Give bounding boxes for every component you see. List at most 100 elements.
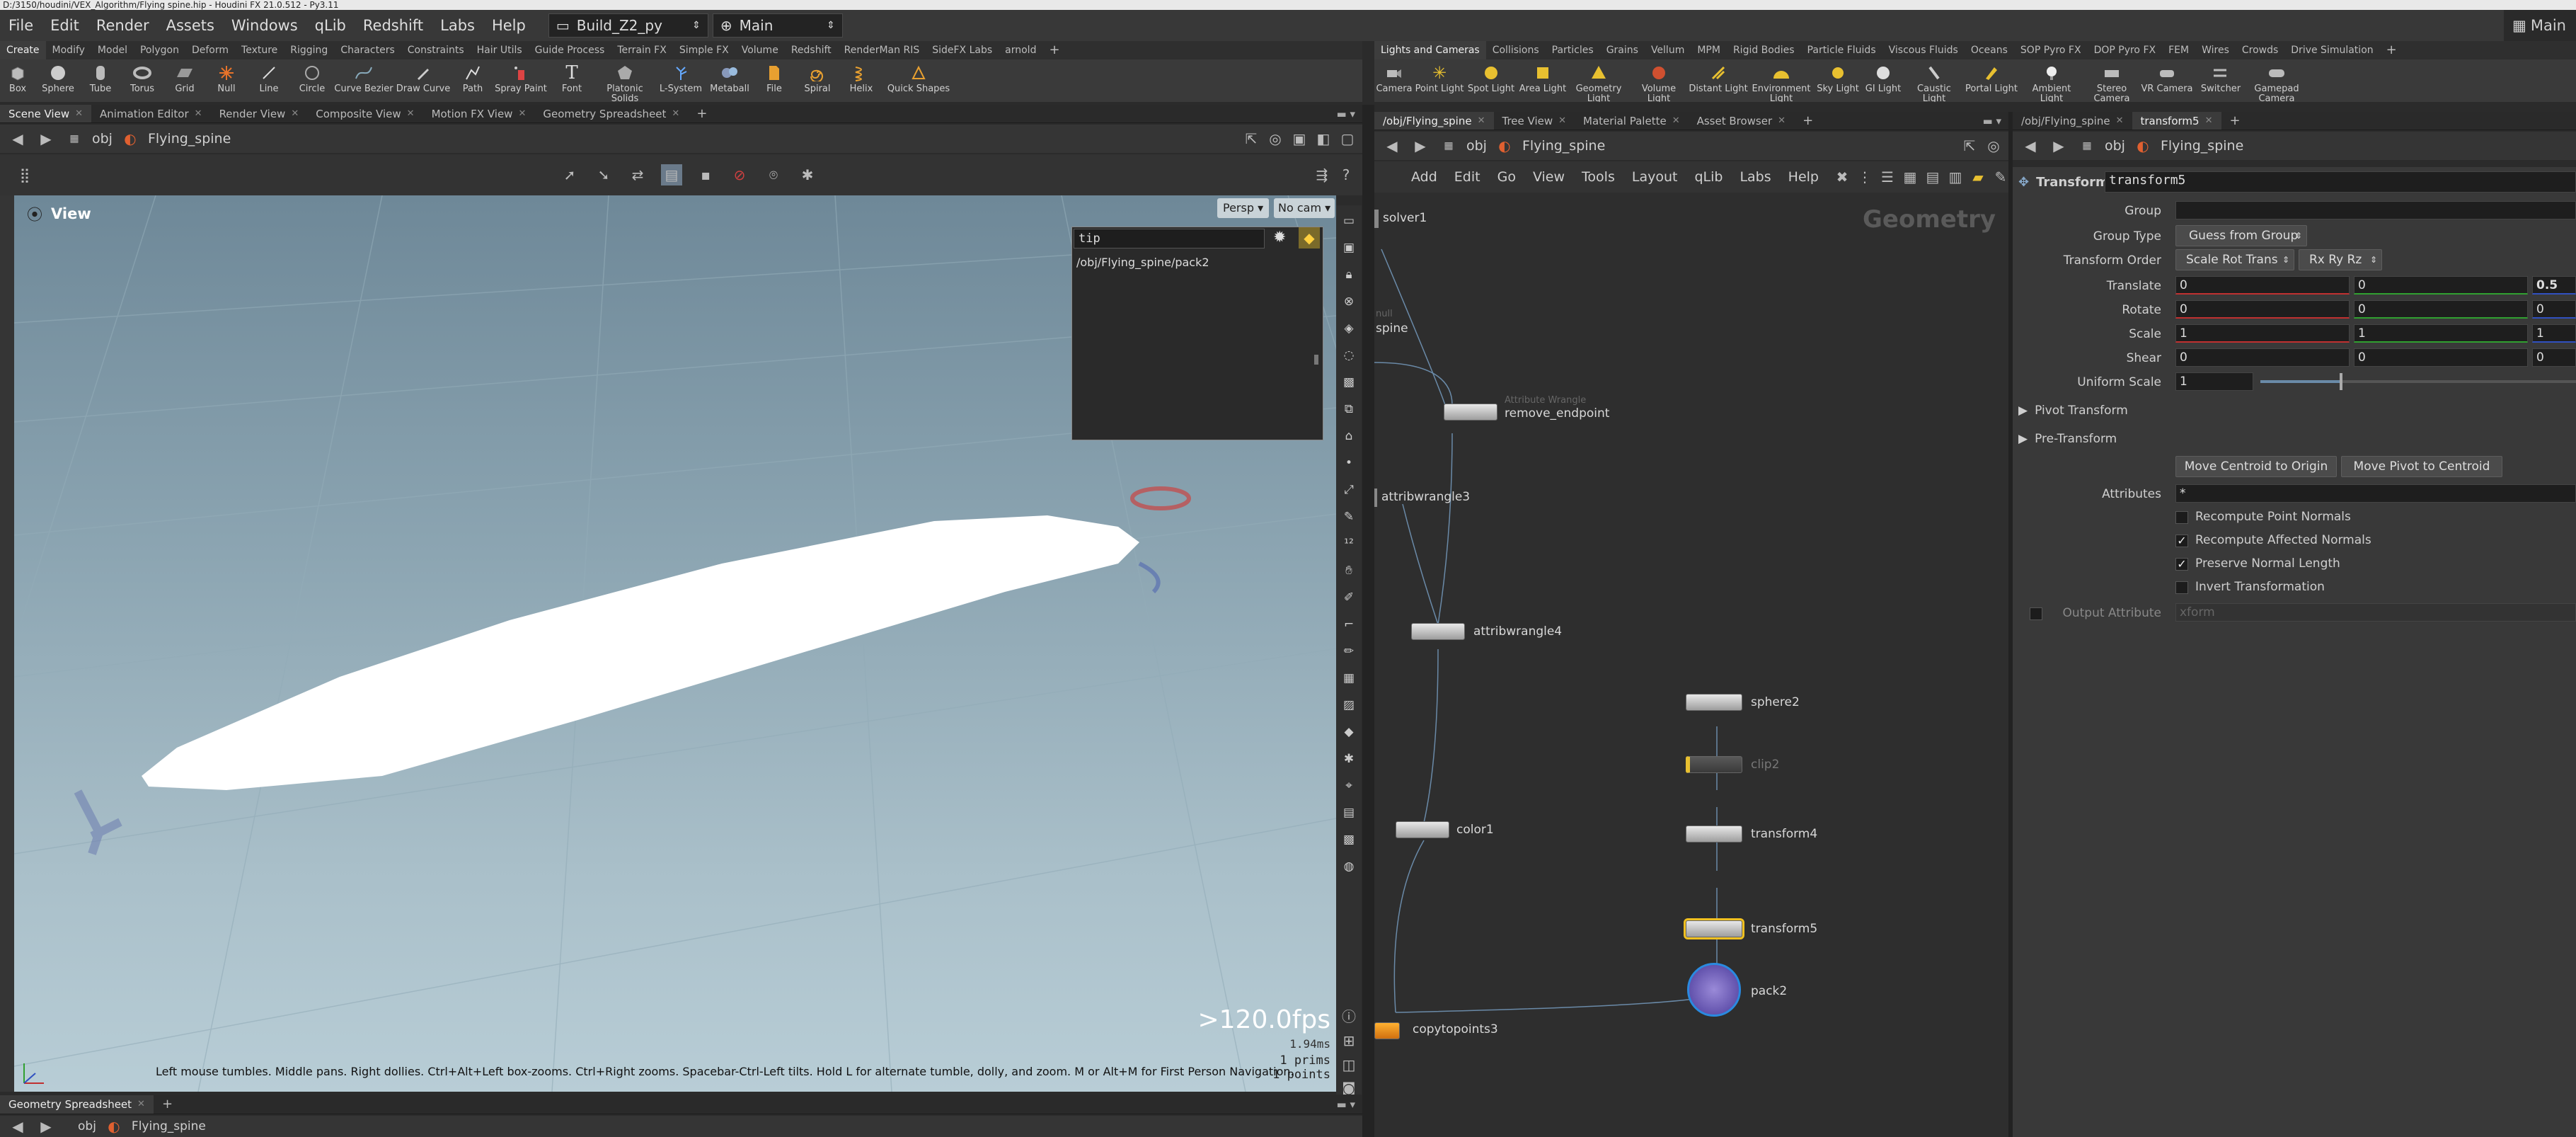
3d-viewport[interactable]: ⦿ View Persp ▾ No cam ▾ tip ✹ ◆ /obj/Fly… [14, 195, 1336, 1092]
close-icon[interactable]: ✕ [195, 105, 202, 122]
close-icon[interactable]: ✕ [75, 105, 83, 122]
path-obj[interactable]: obj [78, 1119, 96, 1133]
back-arrow-icon[interactable]: ◀ [7, 1116, 28, 1137]
close-icon[interactable]: ✕ [407, 105, 415, 122]
close-icon[interactable]: ✕ [2205, 112, 2213, 130]
close-icon[interactable]: ✕ [137, 1095, 145, 1114]
tool-helix[interactable]: Helix [839, 59, 883, 94]
path-flying-spine[interactable]: Flying_spine [1522, 138, 1605, 154]
maximize-icon[interactable]: ▢ [1337, 128, 1358, 149]
tool-circle[interactable]: Circle [290, 59, 334, 94]
visibility-icon[interactable]: ⊗ [1339, 290, 1359, 313]
close-icon[interactable]: ✕ [1478, 112, 1485, 130]
tool-vr-camera[interactable]: VR Camera [2140, 59, 2194, 94]
tool-gi-light[interactable]: GI Light [1861, 59, 1905, 94]
snap-icon[interactable]: ⌖ [1339, 775, 1359, 797]
image-icon[interactable]: ▩ [1339, 828, 1359, 851]
pin-icon[interactable]: ◍ [1339, 855, 1359, 878]
tool-camera[interactable]: Camera [1374, 59, 1414, 94]
output-attribute-field[interactable]: xform [2175, 603, 2576, 622]
menu-labs[interactable]: Labs [432, 17, 483, 34]
select-arrow-icon[interactable]: ➘ [593, 164, 614, 185]
close-icon[interactable]: ✕ [1558, 112, 1566, 130]
scale-y-field[interactable]: 1 [2354, 324, 2528, 343]
move-pivot-button[interactable]: Move Pivot to Centroid [2341, 456, 2502, 477]
tool-distant-light[interactable]: Distant Light [1689, 59, 1748, 94]
info-icon[interactable]: ⓘ [1338, 1005, 1359, 1026]
path-flying-spine[interactable]: Flying_spine [132, 1119, 206, 1133]
recompute-point-normals-checkbox[interactable] [2175, 511, 2188, 524]
shelf-tab[interactable]: Rigging [284, 41, 334, 59]
shelf-tab[interactable]: Volume [735, 41, 785, 59]
shelf-tab[interactable]: Modify [46, 41, 91, 59]
shelf-tab[interactable]: Oceans [1965, 41, 2014, 59]
shelf-tab[interactable]: Particle Fluids [1801, 41, 1882, 59]
wrench-icon[interactable]: ✖ [1832, 166, 1853, 188]
shelf-tab[interactable]: arnold [999, 41, 1042, 59]
tool-portal-light[interactable]: Portal Light [1963, 59, 2020, 94]
bug-icon[interactable]: ✱ [1339, 748, 1359, 770]
slider-handle[interactable] [2339, 373, 2342, 390]
forward-arrow-icon[interactable]: ▶ [35, 1116, 57, 1137]
grid-icon[interactable]: ▨ [1339, 694, 1359, 716]
diamond-icon[interactable]: ◆ [1339, 721, 1359, 743]
shelf-tab[interactable]: Redshift [785, 41, 838, 59]
node-spine[interactable]: spine [1376, 321, 1408, 336]
tool-point-light[interactable]: ✳ Point Light [1414, 59, 1465, 94]
pre-transform-folder[interactable]: ▶ Pre-Transform [2018, 432, 2117, 446]
pen-icon[interactable]: ✎ [1339, 505, 1359, 528]
add-shelf-tab-icon[interactable]: + [2380, 41, 2403, 59]
snap-icon[interactable]: ▤ [661, 164, 682, 185]
node-color1[interactable] [1396, 821, 1449, 838]
shelf-tab[interactable]: Polygon [134, 41, 185, 59]
shelf-tab[interactable]: Grains [1600, 41, 1645, 59]
no-entry-icon[interactable]: ⊘ [729, 164, 750, 185]
workspace-indicator[interactable]: ▦ Main [2504, 10, 2576, 41]
shelf-tab[interactable]: Vellum [1645, 41, 1691, 59]
tool-torus[interactable]: Torus [120, 59, 164, 94]
tool-geometry-light[interactable]: Geometry Light [1568, 59, 1629, 102]
tool-null[interactable]: Null [205, 59, 248, 94]
number-icon[interactable]: ¹² [1339, 532, 1359, 555]
link-icon[interactable]: ◎ [1983, 135, 2004, 156]
path-obj[interactable]: obj [2105, 138, 2125, 154]
handles-icon[interactable]: ⇶ [1311, 164, 1333, 185]
tool-path[interactable]: Path [453, 59, 493, 94]
shelf-tab[interactable]: Texture [235, 41, 284, 59]
tab-composite-view[interactable]: Composite View ✕ [307, 105, 422, 122]
tab-geometry-spreadsheet-bottom[interactable]: Geometry Spreadsheet ✕ [0, 1095, 154, 1114]
close-icon[interactable]: ✕ [672, 105, 679, 122]
tool-line[interactable]: Line [248, 59, 290, 94]
node-transform5[interactable] [1684, 918, 1744, 939]
lock-icon[interactable]: 🔒︎ [1339, 263, 1359, 286]
ghost-icon[interactable]: ▣ [1339, 236, 1359, 259]
tool-file[interactable]: File [753, 59, 795, 94]
settings-icon[interactable]: ✱ [797, 164, 818, 185]
pane-menu-icon[interactable]: ▬ ▾ [1983, 115, 2008, 127]
hand-icon[interactable]: ✋︎ [1339, 559, 1359, 582]
invert-transformation-checkbox[interactable] [2175, 581, 2188, 594]
network-editor[interactable]: solver1 null spine Attribute Wrangle rem… [1374, 193, 2008, 1137]
camera-icon[interactable]: ⌂ [1339, 425, 1359, 447]
tab-asset-browser[interactable]: Asset Browser ✕ [1689, 112, 1794, 130]
pane-divider[interactable] [1362, 105, 1374, 1137]
cube-icon[interactable]: ▣ [1289, 128, 1310, 149]
menu-help[interactable]: Help [483, 17, 534, 34]
tool-spiral[interactable]: Spiral [795, 59, 839, 94]
path-obj[interactable]: obj [1466, 138, 1487, 154]
find-input[interactable]: tip [1074, 229, 1265, 248]
trs-order-select[interactable]: Scale Rot Trans ⇕ [2175, 249, 2294, 270]
pencil-icon[interactable]: ✏︎ [1339, 640, 1359, 663]
menu-render[interactable]: Render [88, 17, 158, 34]
shelf-tab[interactable]: Constraints [401, 41, 471, 59]
shelf-tab[interactable]: Model [91, 41, 134, 59]
display-geo-icon[interactable]: ◈ [1339, 317, 1359, 340]
move-centroid-button[interactable]: Move Centroid to Origin [2175, 456, 2337, 477]
menu-view[interactable]: View [1524, 169, 1573, 185]
shelf-tab[interactable]: DOP Pyro FX [2088, 41, 2163, 59]
shelf-tab[interactable]: SideFX Labs [926, 41, 999, 59]
rot-order-select[interactable]: Rx Ry Rz ⇕ [2299, 249, 2382, 270]
add-tab-icon[interactable]: + [154, 1095, 181, 1114]
menu-edit[interactable]: Edit [1446, 169, 1489, 185]
tool-lsystem[interactable]: L-System [655, 59, 706, 94]
